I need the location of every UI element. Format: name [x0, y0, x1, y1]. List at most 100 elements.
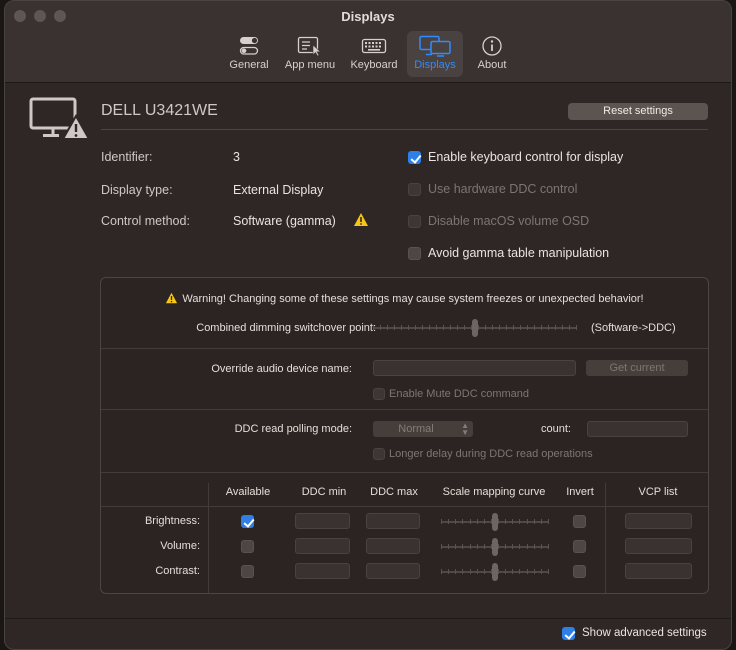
advanced-warning: Warning! Changing some of these settings…	[101, 292, 708, 307]
ddc-max-input-brightness[interactable]	[366, 513, 420, 529]
keyboard-control-label: Enable keyboard control for display	[428, 150, 624, 164]
ddc-min-input-brightness[interactable]	[295, 513, 350, 529]
dimming-slider[interactable]	[373, 318, 577, 338]
tab-displays[interactable]: Displays	[407, 31, 463, 77]
invert-checkbox-brightness[interactable]	[573, 515, 586, 528]
available-checkbox-volume[interactable]	[241, 540, 254, 553]
slider-tick	[505, 569, 506, 574]
slider-tick	[492, 325, 493, 330]
display-type-label: Display type:	[101, 183, 173, 197]
slider-tick	[555, 325, 556, 330]
mute-ddc-checkbox[interactable]	[373, 388, 385, 400]
slider-tick	[415, 325, 416, 330]
longer-delay-checkbox[interactable]	[373, 448, 385, 460]
dimming-label: Combined dimming switchover point:	[196, 322, 376, 334]
slider-tick	[548, 569, 549, 574]
slider-tick	[470, 544, 471, 549]
slider-tick	[534, 544, 535, 549]
scale-curve-slider-brightness[interactable]	[441, 512, 549, 532]
tab-keyboard[interactable]: Keyboard	[346, 31, 402, 77]
ddc-max-input-volume[interactable]	[366, 538, 420, 554]
ddc-min-input-volume[interactable]	[295, 538, 350, 554]
slider-tick	[484, 569, 485, 574]
longer-delay-label: Longer delay during DDC read operations	[389, 448, 593, 460]
slider-tick	[477, 544, 478, 549]
updown-chevron-icon: ▲ ▼	[461, 421, 469, 437]
warning-icon	[353, 212, 369, 230]
slider-tick	[477, 569, 478, 574]
tab-about[interactable]: About	[469, 31, 515, 77]
avoid-gamma-checkbox[interactable]	[408, 247, 421, 260]
count-input[interactable]	[587, 421, 688, 437]
vcp-list-input-contrast[interactable]	[625, 563, 692, 579]
polling-mode-select[interactable]: Normal ▲ ▼	[373, 421, 473, 437]
col-header-scale-curve: Scale mapping curve	[442, 486, 546, 498]
toggles-icon	[238, 35, 260, 57]
slider-tick	[548, 544, 549, 549]
slider-tick	[512, 519, 513, 524]
slider-tick	[470, 519, 471, 524]
slider-tick	[462, 569, 463, 574]
col-header-invert: Invert	[566, 486, 594, 498]
keyboard-control-checkbox[interactable]	[408, 151, 421, 164]
scale-curve-slider-volume[interactable]	[441, 537, 549, 557]
slider-tick	[498, 519, 499, 524]
hardware-ddc-checkbox[interactable]	[408, 183, 421, 196]
slider-tick	[462, 519, 463, 524]
slider-knob[interactable]	[492, 538, 498, 556]
disable-osd-checkbox[interactable]	[408, 215, 421, 228]
polling-mode-label: DDC read polling mode:	[234, 423, 352, 435]
slider-tick	[534, 519, 535, 524]
col-header-ddc-max: DDC max	[370, 486, 418, 498]
vcp-list-input-brightness[interactable]	[625, 513, 692, 529]
tab-keyboard-label: Keyboard	[350, 59, 398, 71]
slider-tick	[401, 325, 402, 330]
warning-small-icon	[165, 292, 178, 307]
footer-divider	[5, 618, 731, 619]
slider-tick	[527, 569, 528, 574]
info-icon	[481, 35, 503, 57]
display-type-value: External Display	[233, 183, 324, 197]
slider-tick	[448, 519, 449, 524]
show-advanced-label: Show advanced settings	[582, 627, 707, 639]
show-advanced-checkbox[interactable]	[562, 627, 575, 640]
slider-tick	[441, 544, 442, 549]
reset-settings-button[interactable]: Reset settings	[568, 103, 708, 120]
invert-checkbox-volume[interactable]	[573, 540, 586, 553]
tab-app-menu[interactable]: App menu	[278, 31, 342, 77]
table-col-divider	[605, 483, 606, 593]
available-checkbox-contrast[interactable]	[241, 565, 254, 578]
slider-tick	[527, 325, 528, 330]
advanced-divider	[101, 348, 708, 349]
slider-tick	[478, 325, 479, 330]
slider-tick	[541, 325, 542, 330]
slider-tick	[519, 569, 520, 574]
titlebar: Displays General App menu Keyboard Displ…	[5, 1, 731, 83]
slider-knob[interactable]	[472, 319, 478, 337]
get-current-button[interactable]: Get current	[586, 360, 688, 376]
vcp-list-input-volume[interactable]	[625, 538, 692, 554]
dimming-value-label: (Software->DDC)	[591, 322, 676, 334]
slider-tick	[548, 325, 549, 330]
available-checkbox-brightness[interactable]	[241, 515, 254, 528]
slider-tick	[505, 544, 506, 549]
ddc-max-input-contrast[interactable]	[366, 563, 420, 579]
slider-tick	[457, 325, 458, 330]
row-label-brightness: Brightness:	[144, 515, 200, 527]
slider-knob[interactable]	[492, 563, 498, 581]
slider-tick	[448, 544, 449, 549]
scale-curve-slider-contrast[interactable]	[441, 562, 549, 582]
display-name: DELL U3421WE	[101, 102, 218, 119]
tab-general[interactable]: General	[224, 31, 274, 77]
slider-tick	[484, 544, 485, 549]
slider-tick	[505, 519, 506, 524]
ddc-min-input-contrast[interactable]	[295, 563, 350, 579]
table-col-divider	[208, 483, 209, 593]
slider-tick	[541, 569, 542, 574]
slider-knob[interactable]	[492, 513, 498, 531]
avoid-gamma-label: Avoid gamma table manipulation	[428, 246, 610, 260]
audio-device-input[interactable]	[373, 360, 576, 376]
slider-tick	[422, 325, 423, 330]
identifier-label: Identifier:	[101, 150, 153, 164]
invert-checkbox-contrast[interactable]	[573, 565, 586, 578]
